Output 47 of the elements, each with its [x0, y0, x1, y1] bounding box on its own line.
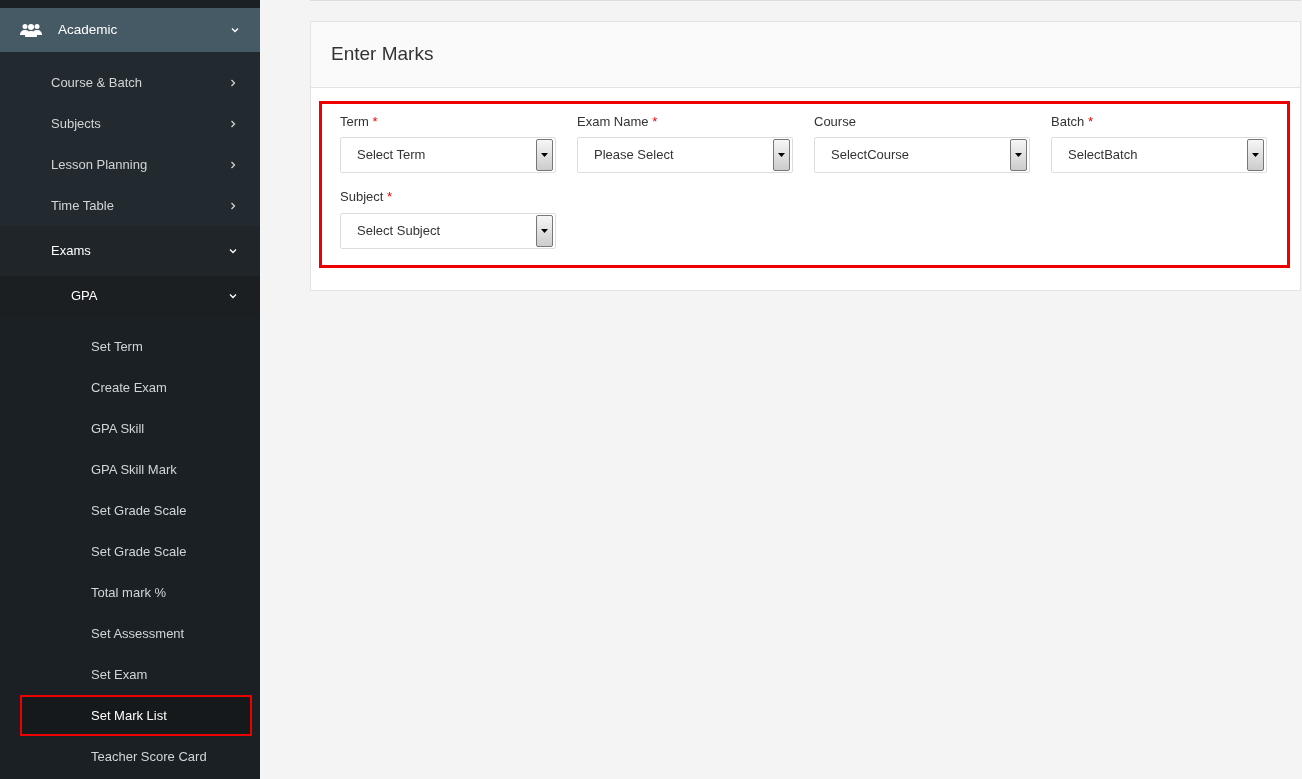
menu-item[interactable]: Time Table — [0, 185, 260, 226]
menu-item[interactable]: Lesson Planning — [0, 144, 260, 185]
dropdown-icon — [1247, 139, 1264, 171]
chevron-icon — [228, 159, 238, 170]
dropdown-icon — [536, 214, 553, 247]
sidebar-section[interactable]: Academic — [0, 8, 260, 52]
chevron-icon — [230, 25, 240, 35]
menu-item[interactable]: Set Term — [20, 326, 252, 367]
menu-item[interactable]: Set Grade Scale — [20, 531, 252, 572]
menu-item[interactable]: GPA — [0, 276, 260, 316]
required-mark: * — [652, 113, 658, 129]
menu-item[interactable]: Set Grade Scale — [20, 490, 252, 531]
required-mark: * — [372, 113, 378, 129]
chevron-icon — [228, 291, 238, 301]
select-field[interactable]: Select Term — [340, 137, 556, 173]
dropdown-icon — [1010, 139, 1027, 171]
menu-item[interactable]: Set Assessment — [20, 613, 252, 654]
field-label: Exam Name * — [577, 112, 659, 131]
select-field[interactable]: Select Subject — [340, 212, 556, 249]
required-mark: * — [1087, 113, 1093, 129]
dropdown-icon — [536, 139, 553, 171]
menu-item[interactable]: Total mark % — [20, 572, 252, 613]
menu-item[interactable]: Exams — [0, 226, 260, 276]
menu-item[interactable]: Create Exam — [20, 367, 252, 408]
menu-item[interactable]: Subjects — [0, 103, 260, 144]
select-field[interactable]: SelectBatch — [1051, 137, 1267, 173]
field-label: Course — [814, 112, 857, 131]
people-icon — [20, 23, 42, 37]
chevron-icon — [228, 246, 238, 256]
menu-item[interactable]: GPA Skill Mark — [20, 449, 252, 490]
menu-item[interactable]: Teacher Score Card — [20, 736, 252, 777]
chevron-icon — [228, 118, 238, 129]
menu-item[interactable]: Set Mark List — [20, 695, 252, 736]
panel-title: Enter Marks — [311, 22, 1300, 88]
menu-item[interactable]: Course & Batch — [0, 62, 260, 103]
field-label: Subject * — [340, 188, 394, 206]
dropdown-icon — [773, 139, 790, 171]
select-field[interactable]: SelectCourse — [814, 137, 1030, 173]
field-label: Term * — [340, 112, 379, 131]
field-label: Batch * — [1051, 112, 1094, 131]
section-label: Academic — [58, 20, 119, 39]
menu-item[interactable]: GPA Skill — [20, 408, 252, 449]
select-field[interactable]: Please Select — [577, 137, 793, 173]
chevron-icon — [228, 200, 238, 211]
required-mark: * — [387, 189, 393, 204]
chevron-icon — [228, 77, 238, 88]
menu-item[interactable]: Set Exam — [20, 654, 252, 695]
